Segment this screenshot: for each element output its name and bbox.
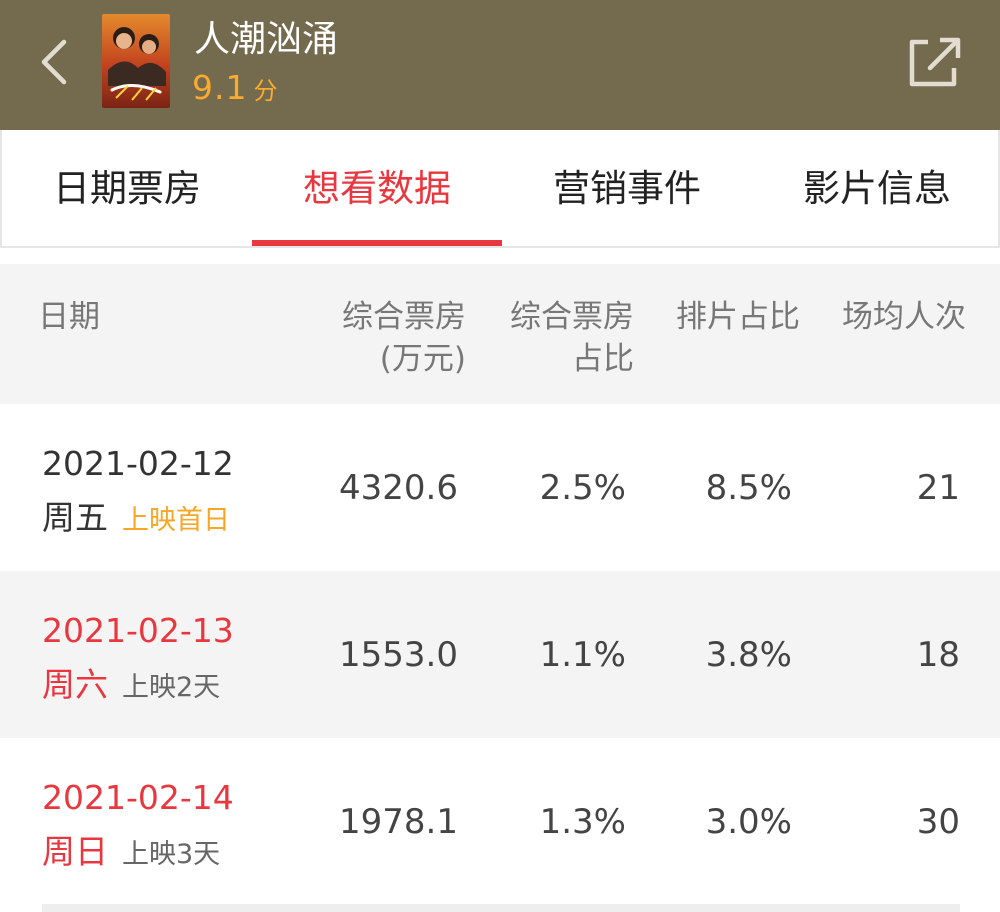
header-box-office-line1: 综合票房 xyxy=(342,299,466,335)
row-box-office: 1553.0 xyxy=(339,635,458,675)
row-avg-viewers: 21 xyxy=(916,468,960,508)
header-avg-viewers: 场均人次 xyxy=(842,299,966,335)
table-row[interactable]: 2021-02-12 周五 上映首日 4320.6 2.5% 8.5% 21 xyxy=(0,404,1000,571)
row-box-office: 4320.6 xyxy=(339,468,458,508)
share-icon[interactable] xyxy=(904,34,966,90)
table-row[interactable]: 2021-02-13 周六 上映2天 1553.0 1.1% 3.8% 18 xyxy=(0,571,1000,738)
header-box-office: 综合票房 (万元) xyxy=(300,296,466,380)
header-box-office-share: 综合票房 占比 xyxy=(470,296,634,380)
row-weekday: 周五 xyxy=(42,498,108,537)
row-avg-viewers: 18 xyxy=(916,635,960,675)
row-box-office-share: 1.1% xyxy=(539,635,626,675)
top-bar: 人潮汹涌 9.1 分 xyxy=(0,0,1000,130)
tab-daily-box-office[interactable]: 日期票房 xyxy=(2,130,252,246)
tab-marketing-events[interactable]: 营销事件 xyxy=(502,130,752,246)
row-release-day: 上映2天 xyxy=(122,672,221,703)
row-day-info: 周五 上映首日 xyxy=(42,496,230,546)
row-schedule-share: 3.8% xyxy=(705,635,792,675)
row-weekday: 周日 xyxy=(42,832,108,871)
row-date: 2021-02-13 xyxy=(42,611,234,650)
tab-bar: 日期票房 想看数据 营销事件 影片信息 xyxy=(0,130,1000,248)
row-day-info: 周日 上映3天 xyxy=(42,830,220,880)
table-bottom-divider xyxy=(42,904,960,912)
row-schedule-share: 3.0% xyxy=(705,802,792,842)
row-box-office-share: 1.3% xyxy=(539,802,626,842)
rating-unit: 分 xyxy=(253,77,278,105)
row-box-office: 1978.1 xyxy=(339,802,458,842)
movie-title: 人潮汹涌 xyxy=(194,19,339,60)
row-date: 2021-02-14 xyxy=(42,778,234,817)
row-schedule-share: 8.5% xyxy=(705,468,792,508)
rating: 9.1 分 xyxy=(192,66,277,113)
table-header: 日期 综合票房 (万元) 综合票房 占比 排片占比 场均人次 xyxy=(0,264,1000,404)
rating-score: 9.1 xyxy=(192,68,248,107)
movie-poster[interactable] xyxy=(102,14,170,108)
header-share-line2: 占比 xyxy=(572,341,634,377)
row-box-office-share: 2.5% xyxy=(539,468,626,508)
row-avg-viewers: 30 xyxy=(916,802,960,842)
tab-wish-data[interactable]: 想看数据 xyxy=(252,130,502,246)
row-release-day: 上映首日 xyxy=(122,505,230,536)
row-date: 2021-02-12 xyxy=(42,444,234,483)
row-day-info: 周六 上映2天 xyxy=(42,663,220,713)
tab-film-info[interactable]: 影片信息 xyxy=(752,130,1000,246)
section-gap xyxy=(0,248,1000,264)
header-share-line1: 综合票房 xyxy=(510,299,634,335)
header-schedule-share: 排片占比 xyxy=(676,299,800,335)
table-row[interactable]: 2021-02-14 周日 上映3天 1978.1 1.3% 3.0% 30 xyxy=(0,738,1000,905)
header-box-office-line2: (万元) xyxy=(379,341,466,377)
row-weekday: 周六 xyxy=(42,665,108,704)
back-chevron-icon[interactable] xyxy=(36,36,76,88)
row-release-day: 上映3天 xyxy=(122,839,221,870)
active-tab-indicator xyxy=(252,240,502,246)
header-date: 日期 xyxy=(38,299,100,335)
